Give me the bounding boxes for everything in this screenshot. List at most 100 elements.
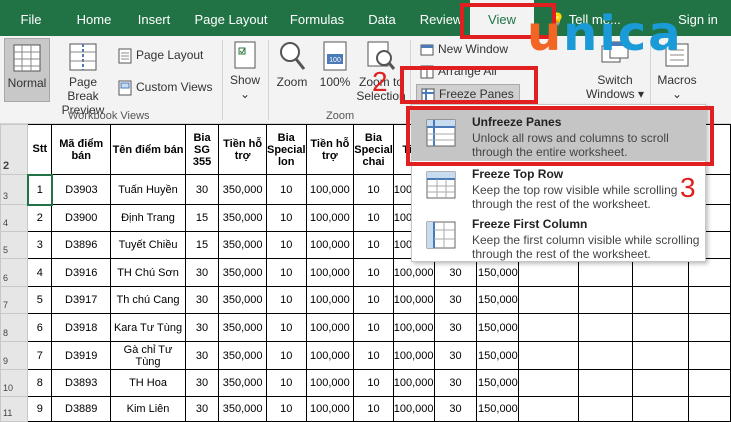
table-cell[interactable]: 30 bbox=[433, 341, 478, 370]
table-cell[interactable]: 350,000 bbox=[218, 231, 267, 259]
table-cell[interactable]: 10 bbox=[265, 174, 307, 205]
table-cell[interactable]: 1 bbox=[26, 173, 53, 206]
tab-data[interactable]: Data bbox=[360, 0, 404, 36]
empty-cell[interactable] bbox=[632, 313, 690, 342]
table-cell[interactable]: 350,000 bbox=[218, 286, 267, 314]
tab-page-layout[interactable]: Page Layout bbox=[190, 0, 272, 36]
table-cell[interactable]: 30 bbox=[184, 369, 220, 397]
freeze-top-row-item[interactable]: Freeze Top Row Keep the top row visible … bbox=[412, 161, 705, 213]
row-header[interactable]: 7 bbox=[0, 286, 29, 314]
table-cell[interactable]: 30 bbox=[433, 286, 478, 314]
table-cell[interactable]: 10 bbox=[353, 204, 394, 232]
empty-cell[interactable] bbox=[632, 396, 690, 422]
tab-insert[interactable]: Insert bbox=[126, 0, 182, 36]
table-cell[interactable]: 100,000 bbox=[305, 286, 355, 314]
table-cell[interactable]: 100,000 bbox=[392, 286, 435, 314]
page-layout-view-button[interactable]: Page Layout bbox=[118, 46, 203, 64]
empty-cell[interactable] bbox=[632, 369, 690, 397]
column-header-cell[interactable]: Bia Special lon bbox=[265, 124, 307, 175]
table-cell[interactable]: 10 bbox=[353, 174, 394, 205]
column-header-cell[interactable]: Tên điểm bán bbox=[110, 124, 186, 175]
page-break-preview-button[interactable]: Page Break Preview bbox=[52, 42, 114, 117]
table-cell[interactable]: D3893 bbox=[51, 369, 112, 397]
empty-cell[interactable] bbox=[578, 341, 634, 370]
table-cell[interactable]: 150,000 bbox=[476, 313, 520, 342]
table-cell[interactable]: 15 bbox=[184, 231, 220, 259]
table-cell[interactable]: 100,000 bbox=[392, 369, 435, 397]
table-cell[interactable]: D3889 bbox=[51, 396, 112, 422]
table-cell[interactable]: Định Trang bbox=[110, 204, 186, 232]
table-cell[interactable]: 10 bbox=[265, 313, 307, 342]
empty-cell[interactable] bbox=[688, 313, 731, 342]
table-cell[interactable]: D3896 bbox=[51, 231, 112, 259]
row-header[interactable]: 11 bbox=[0, 396, 29, 422]
column-header-cell[interactable]: Tiền hỗ trợ bbox=[218, 124, 267, 175]
table-cell[interactable]: D3919 bbox=[51, 341, 112, 370]
table-cell[interactable]: Gà chỉ Tư Tùng bbox=[110, 341, 186, 370]
table-cell[interactable]: 100,000 bbox=[305, 396, 355, 422]
table-cell[interactable]: D3917 bbox=[51, 286, 112, 314]
table-cell[interactable]: 10 bbox=[353, 258, 394, 287]
table-cell[interactable]: Th chú Cang bbox=[110, 286, 186, 314]
table-cell[interactable]: 30 bbox=[433, 369, 478, 397]
table-cell[interactable]: 10 bbox=[265, 369, 307, 397]
normal-view-button[interactable]: Normal bbox=[4, 38, 50, 102]
table-cell[interactable]: Kara Tư Tùng bbox=[110, 313, 186, 342]
empty-cell[interactable] bbox=[688, 396, 731, 422]
empty-cell[interactable] bbox=[688, 369, 731, 397]
table-cell[interactable]: 8 bbox=[27, 369, 53, 397]
column-header-cell[interactable]: Bia SG 355 bbox=[184, 124, 220, 175]
row-header[interactable]: 3 bbox=[0, 174, 29, 205]
empty-cell[interactable] bbox=[518, 396, 580, 422]
column-header-cell[interactable]: Stt bbox=[27, 124, 53, 175]
table-cell[interactable]: 100,000 bbox=[305, 341, 355, 370]
empty-cell[interactable] bbox=[518, 286, 580, 314]
table-cell[interactable]: 10 bbox=[353, 341, 394, 370]
table-cell[interactable]: 10 bbox=[353, 231, 394, 259]
table-cell[interactable]: 100,000 bbox=[305, 258, 355, 287]
tab-review[interactable]: Review bbox=[416, 0, 466, 36]
table-cell[interactable]: D3916 bbox=[51, 258, 112, 287]
table-cell[interactable]: 100,000 bbox=[392, 341, 435, 370]
table-cell[interactable]: 10 bbox=[265, 286, 307, 314]
table-cell[interactable]: 3 bbox=[27, 231, 53, 259]
table-cell[interactable]: Tuyết Chiều bbox=[110, 231, 186, 259]
table-cell[interactable]: 10 bbox=[353, 286, 394, 314]
table-cell[interactable]: 30 bbox=[433, 396, 478, 422]
table-cell[interactable]: 150,000 bbox=[476, 286, 520, 314]
table-cell[interactable]: 10 bbox=[353, 369, 394, 397]
table-cell[interactable]: 350,000 bbox=[218, 174, 267, 205]
freeze-first-column-item[interactable]: Freeze First Column Keep the first colum… bbox=[412, 211, 705, 263]
table-cell[interactable]: 10 bbox=[265, 204, 307, 232]
table-cell[interactable]: 30 bbox=[184, 396, 220, 422]
table-cell[interactable]: Tuấn Huyền bbox=[110, 174, 186, 205]
empty-cell[interactable] bbox=[688, 341, 731, 370]
table-cell[interactable]: D3918 bbox=[51, 313, 112, 342]
table-cell[interactable]: 350,000 bbox=[218, 204, 267, 232]
tab-home[interactable]: Home bbox=[66, 0, 122, 36]
tab-file[interactable]: File bbox=[8, 0, 54, 36]
table-cell[interactable]: 100,000 bbox=[305, 204, 355, 232]
custom-views-button[interactable]: Custom Views bbox=[118, 78, 212, 96]
table-cell[interactable]: 100,000 bbox=[392, 313, 435, 342]
table-cell[interactable]: 100,000 bbox=[305, 231, 355, 259]
empty-cell[interactable] bbox=[518, 341, 580, 370]
table-cell[interactable]: 4 bbox=[27, 258, 53, 287]
table-cell[interactable]: TH Hoa bbox=[110, 369, 186, 397]
empty-cell[interactable] bbox=[688, 286, 731, 314]
table-cell[interactable]: D3903 bbox=[51, 174, 112, 205]
table-cell[interactable]: 150,000 bbox=[476, 341, 520, 370]
table-cell[interactable]: Kim Liên bbox=[110, 396, 186, 422]
row-header[interactable]: 2 bbox=[0, 124, 29, 175]
table-cell[interactable]: 9 bbox=[27, 396, 53, 422]
table-cell[interactable]: 10 bbox=[353, 313, 394, 342]
tab-formulas[interactable]: Formulas bbox=[284, 0, 350, 36]
table-cell[interactable]: 100,000 bbox=[305, 313, 355, 342]
row-header[interactable]: 9 bbox=[0, 341, 29, 370]
new-window-button[interactable]: New Window bbox=[420, 40, 508, 58]
table-cell[interactable]: 350,000 bbox=[218, 396, 267, 422]
table-cell[interactable]: TH Chú Sơn bbox=[110, 258, 186, 287]
table-cell[interactable]: 10 bbox=[265, 258, 307, 287]
row-header[interactable]: 4 bbox=[0, 204, 29, 232]
empty-cell[interactable] bbox=[578, 396, 634, 422]
